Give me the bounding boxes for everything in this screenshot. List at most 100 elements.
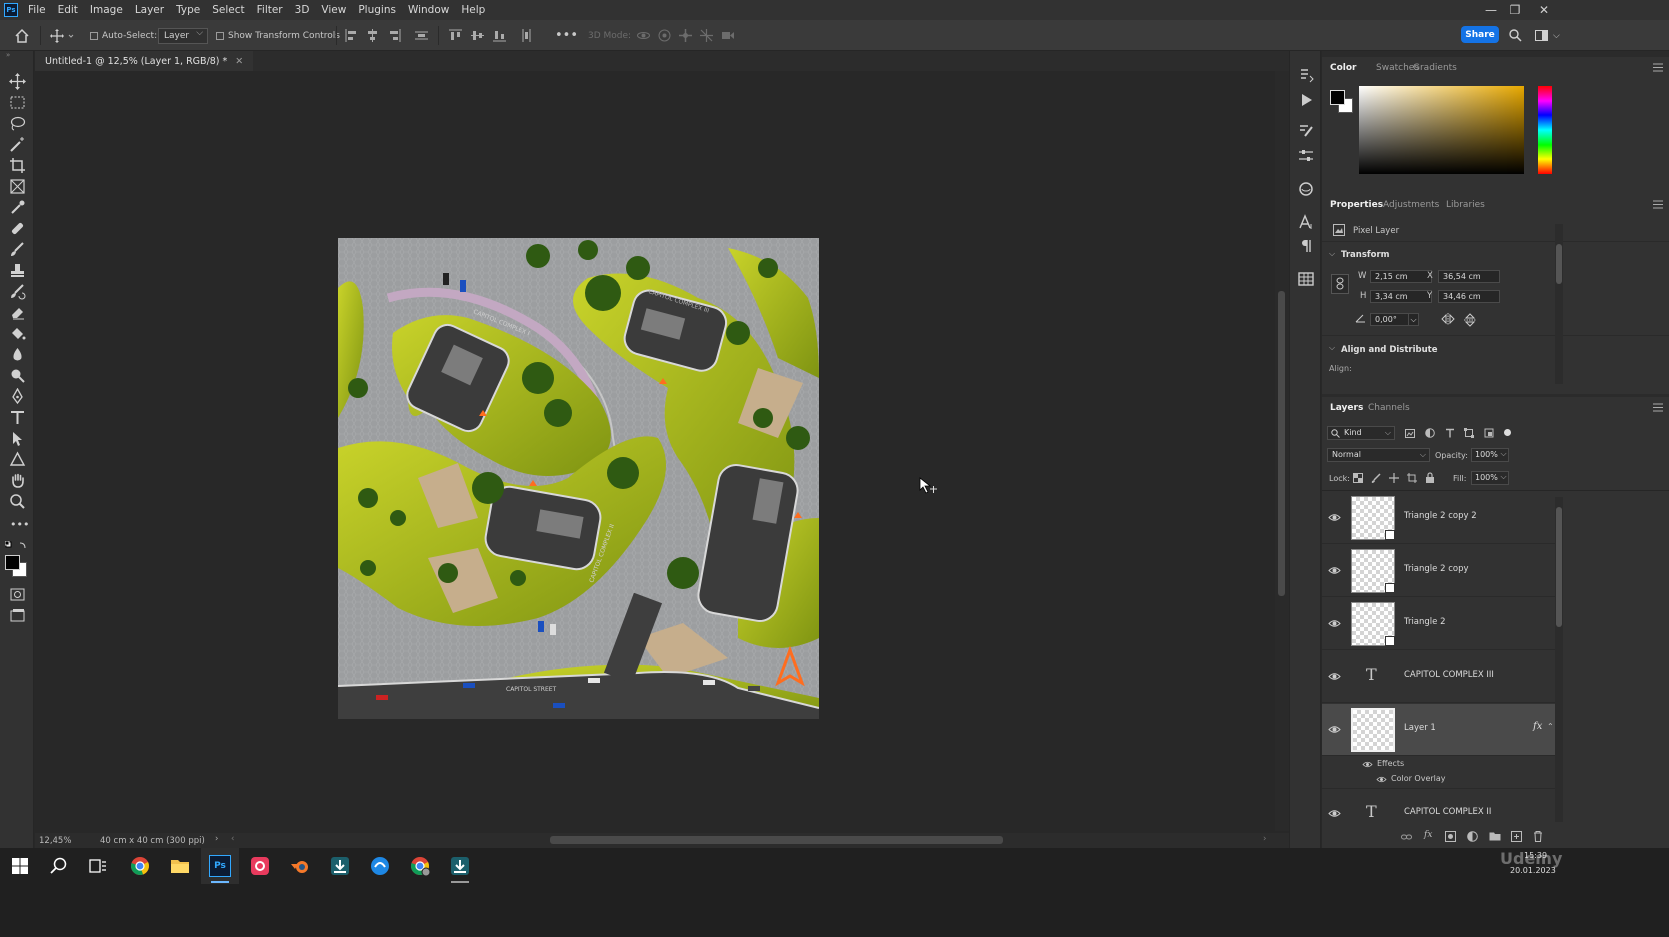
properties-menu-icon[interactable] bbox=[1653, 200, 1663, 209]
screen-mode-icon[interactable] bbox=[9, 607, 26, 624]
auto-select-checkbox[interactable]: Auto-Select: bbox=[90, 20, 157, 51]
distribute-icon[interactable] bbox=[415, 29, 428, 42]
tab-adjustments[interactable]: Adjustments bbox=[1383, 194, 1439, 216]
minimize-icon[interactable]: — bbox=[1479, 0, 1503, 20]
layer-name[interactable]: Layer 1 bbox=[1404, 723, 1436, 733]
link-layers-icon[interactable] bbox=[1401, 832, 1412, 842]
layer-row-layer-1[interactable]: Layer 1 fx ⌃ bbox=[1322, 704, 1557, 756]
collapse-toolbar-icon[interactable]: » bbox=[6, 51, 10, 59]
blend-mode-dropdown[interactable]: Normal ⌵ bbox=[1327, 448, 1430, 462]
angle-dropdown-icon[interactable]: ⌵ bbox=[1408, 313, 1419, 326]
y-field[interactable]: 34,46 cm bbox=[1438, 290, 1500, 303]
expand-effects-icon[interactable]: ⌃ bbox=[1547, 722, 1554, 731]
align-left-icon[interactable] bbox=[345, 29, 358, 42]
filter-pixel-icon[interactable] bbox=[1405, 429, 1415, 438]
app-icon-download-2[interactable] bbox=[449, 855, 471, 877]
brush-tool-icon[interactable] bbox=[9, 241, 26, 258]
distribute-vertical-icon[interactable] bbox=[520, 29, 533, 42]
panel-menu-icon[interactable] bbox=[1653, 63, 1663, 72]
zoom-tool-icon[interactable] bbox=[9, 493, 26, 510]
zoom-level[interactable]: 12,45% bbox=[39, 836, 71, 846]
frame-tool-icon[interactable] bbox=[9, 178, 26, 195]
fg-color-swatch[interactable] bbox=[1330, 90, 1345, 105]
eraser-tool-icon[interactable] bbox=[9, 304, 26, 321]
photoshop-taskbar-active[interactable]: Ps bbox=[201, 848, 239, 884]
menu-layer[interactable]: Layer bbox=[129, 0, 170, 20]
kind-filter-dropdown[interactable]: Kind ⌵ bbox=[1327, 426, 1395, 440]
chrome-profile-icon[interactable] bbox=[409, 855, 431, 877]
visibility-eye-icon[interactable] bbox=[1328, 617, 1341, 630]
filter-toggle-icon[interactable] bbox=[1504, 429, 1511, 436]
history-icon[interactable] bbox=[1298, 67, 1314, 83]
paint-bucket-tool-icon[interactable] bbox=[9, 325, 26, 342]
app-icon-blue-circle[interactable] bbox=[369, 855, 391, 877]
default-colors-icon[interactable] bbox=[5, 541, 29, 551]
dodge-tool-icon[interactable] bbox=[9, 367, 26, 384]
effects-visibility-eye-icon[interactable] bbox=[1362, 760, 1373, 769]
document-tab[interactable]: Untitled-1 @ 12,5% (Layer 1, RGB/8) * ✕ bbox=[35, 51, 254, 71]
clone-stamp-tool-icon[interactable] bbox=[9, 262, 26, 279]
creative-cloud-icon[interactable] bbox=[249, 855, 271, 877]
menu-select[interactable]: Select bbox=[206, 0, 250, 20]
file-explorer-icon[interactable] bbox=[169, 855, 191, 877]
link-dimensions-icon[interactable] bbox=[1331, 274, 1349, 294]
status-arrow-icon[interactable]: › bbox=[215, 834, 218, 844]
tab-channels[interactable]: Channels bbox=[1368, 397, 1410, 419]
visibility-eye-icon[interactable] bbox=[1328, 511, 1341, 524]
opacity-dropdown-icon[interactable]: ⌵ bbox=[1498, 448, 1509, 462]
menu-3d[interactable]: 3D bbox=[289, 0, 316, 20]
align-collapse-icon[interactable]: ⌵ bbox=[1329, 343, 1335, 353]
home-icon[interactable] bbox=[14, 20, 30, 51]
chrome-icon[interactable] bbox=[129, 855, 151, 877]
layer-name[interactable]: Triangle 2 copy bbox=[1404, 564, 1469, 574]
brush-settings-icon[interactable] bbox=[1298, 123, 1314, 139]
tab-libraries[interactable]: Libraries bbox=[1446, 194, 1485, 216]
menu-view[interactable]: View bbox=[315, 0, 352, 20]
angle-field[interactable]: 0,00° bbox=[1370, 313, 1410, 326]
tab-color[interactable]: Color bbox=[1330, 57, 1357, 79]
properties-scrollbar[interactable] bbox=[1555, 224, 1563, 384]
tab-gradients[interactable]: Gradients bbox=[1413, 57, 1457, 79]
search-icon[interactable] bbox=[1509, 29, 1522, 42]
workspace-icon[interactable] bbox=[1535, 29, 1548, 42]
adjustments-sliders-icon[interactable] bbox=[1298, 148, 1314, 164]
crop-tool-icon[interactable] bbox=[9, 157, 26, 174]
3d-pan-icon[interactable] bbox=[679, 29, 692, 42]
layer-row-triangle-2[interactable]: Triangle 2 bbox=[1322, 598, 1557, 650]
blender-icon[interactable] bbox=[289, 855, 311, 877]
horizontal-scrollbar[interactable] bbox=[550, 836, 1003, 844]
visibility-eye-icon[interactable] bbox=[1328, 807, 1341, 820]
lock-all-icon[interactable] bbox=[1425, 472, 1435, 483]
task-view-icon[interactable] bbox=[87, 855, 109, 877]
lasso-tool-icon[interactable] bbox=[9, 115, 26, 132]
taskbar-search-icon[interactable] bbox=[48, 855, 70, 877]
color-field[interactable] bbox=[1359, 86, 1524, 174]
canvas-image[interactable]: CAPITOL COMPLEX I CAPITOL COMPLEX III CA… bbox=[338, 238, 819, 719]
lock-position-icon[interactable] bbox=[1389, 473, 1399, 483]
vertical-scrollbar[interactable] bbox=[1275, 71, 1289, 831]
layer-row-capitol-complex-ii[interactable]: T CAPITOL COMPLEX II bbox=[1322, 788, 1557, 822]
tab-properties[interactable]: Properties bbox=[1330, 194, 1383, 216]
layer-name[interactable]: CAPITOL COMPLEX II bbox=[1404, 807, 1491, 817]
app-icon-download[interactable] bbox=[329, 855, 351, 877]
quick-mask-icon[interactable] bbox=[9, 586, 26, 603]
flip-horizontal-icon[interactable] bbox=[1441, 313, 1455, 325]
x-field[interactable]: 36,54 cm bbox=[1438, 270, 1500, 283]
menu-file[interactable]: File bbox=[22, 0, 52, 20]
shape-tool-icon[interactable] bbox=[9, 451, 26, 468]
restore-icon[interactable]: ❐ bbox=[1503, 0, 1527, 20]
align-bottom-icon[interactable] bbox=[493, 29, 506, 42]
move-tool-icon[interactable] bbox=[9, 73, 26, 90]
tab-layers[interactable]: Layers bbox=[1330, 397, 1363, 419]
align-right-icon[interactable] bbox=[388, 29, 401, 42]
3d-scale-icon[interactable] bbox=[721, 29, 734, 42]
layer-name[interactable]: Triangle 2 copy 2 bbox=[1404, 511, 1477, 521]
align-middle-icon[interactable] bbox=[471, 29, 484, 42]
history-brush-tool-icon[interactable] bbox=[9, 283, 26, 300]
3d-orbit-icon[interactable] bbox=[637, 29, 650, 42]
show-transform-checkbox[interactable]: Show Transform Controls bbox=[216, 20, 340, 51]
table-panel-icon[interactable] bbox=[1298, 271, 1314, 287]
3d-slide-icon[interactable] bbox=[700, 29, 713, 42]
align-top-icon[interactable] bbox=[449, 29, 462, 42]
menu-window[interactable]: Window bbox=[402, 0, 455, 20]
